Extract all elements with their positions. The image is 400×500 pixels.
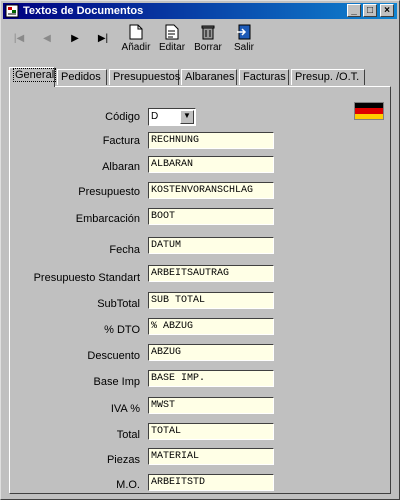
next-record-button[interactable]: ▶ bbox=[65, 31, 85, 47]
exit-button[interactable]: Salir bbox=[227, 21, 261, 57]
embarcacion-field[interactable]: BOOT bbox=[148, 208, 274, 225]
tab-albaranes[interactable]: Albaranes bbox=[181, 69, 237, 85]
subtotal-label: SubTotal bbox=[97, 298, 140, 310]
general-panel: Código D ▼ Factura RECHNUNG Albaran ALBA… bbox=[9, 86, 391, 494]
tab-general[interactable]: General bbox=[9, 67, 57, 87]
delete-button[interactable]: Borrar bbox=[191, 21, 225, 57]
exit-icon bbox=[237, 24, 251, 40]
albaran-label: Albaran bbox=[102, 161, 140, 173]
subtotal-field[interactable]: SUB TOTAL bbox=[148, 292, 274, 309]
fecha-field[interactable]: DATUM bbox=[148, 237, 274, 254]
edit-label: Editar bbox=[158, 42, 186, 53]
presupuesto-standart-label: Presupuesto Standart bbox=[33, 272, 140, 284]
toolbar: |◀ ◀ ▶ ▶| Añadir Editar Borrar Salir bbox=[5, 21, 395, 59]
title-bar[interactable]: Textos de Documentos _ □ × bbox=[3, 3, 397, 19]
base-imp-field[interactable]: BASE IMP. bbox=[148, 370, 274, 387]
add-label: Añadir bbox=[121, 42, 151, 53]
total-field[interactable]: TOTAL bbox=[148, 423, 274, 440]
trash-icon bbox=[201, 25, 215, 40]
piezas-field[interactable]: MATERIAL bbox=[148, 448, 274, 465]
presupuesto-field[interactable]: KOSTENVORANSCHLAG bbox=[148, 182, 274, 199]
factura-field[interactable]: RECHNUNG bbox=[148, 132, 274, 149]
piezas-label: Piezas bbox=[106, 454, 140, 466]
maximize-button[interactable]: □ bbox=[363, 4, 377, 17]
add-button[interactable]: Añadir bbox=[119, 21, 153, 57]
embarcacion-label: Embarcación bbox=[75, 213, 140, 225]
iva-field[interactable]: MWST bbox=[148, 397, 274, 414]
app-window: Textos de Documentos _ □ × |◀ ◀ ▶ ▶| Aña… bbox=[0, 0, 400, 500]
dto-label: % DTO bbox=[104, 324, 140, 336]
close-button[interactable]: × bbox=[380, 4, 394, 17]
codigo-value: D bbox=[151, 111, 159, 122]
tab-presupuestos[interactable]: Presupuestos bbox=[109, 69, 180, 85]
first-record-button[interactable]: |◀ bbox=[9, 31, 29, 47]
tab-pedidos[interactable]: Pedidos bbox=[57, 69, 107, 85]
presupuesto-standart-field[interactable]: ARBEITSAUTRAG bbox=[148, 265, 274, 282]
descuento-field[interactable]: ABZUG bbox=[148, 344, 274, 361]
window-title: Textos de Documentos bbox=[23, 5, 144, 17]
tab-strip: General Pedidos Presupuestos Albaranes F… bbox=[9, 67, 389, 87]
edit-button[interactable]: Editar bbox=[155, 21, 189, 57]
edit-document-icon bbox=[165, 24, 179, 40]
add-document-icon bbox=[129, 24, 143, 40]
codigo-label: Código bbox=[105, 111, 140, 123]
fecha-label: Fecha bbox=[109, 244, 140, 256]
albaran-field[interactable]: ALBARAN bbox=[148, 156, 274, 173]
mano-obra-label: M.O. bbox=[116, 479, 140, 491]
iva-label: IVA % bbox=[110, 403, 140, 415]
tab-facturas[interactable]: Facturas bbox=[239, 69, 289, 85]
app-icon bbox=[5, 4, 19, 18]
german-flag-icon bbox=[354, 102, 384, 120]
descuento-label: Descuento bbox=[87, 350, 140, 362]
minimize-button[interactable]: _ bbox=[347, 4, 361, 17]
base-imp-label: Base Imp bbox=[93, 376, 140, 388]
factura-label: Factura bbox=[102, 135, 140, 147]
exit-label: Salir bbox=[233, 42, 254, 53]
delete-label: Borrar bbox=[194, 42, 222, 53]
total-label: Total bbox=[116, 429, 140, 441]
dto-field[interactable]: % ABZUG bbox=[148, 318, 274, 335]
prev-record-button[interactable]: ◀ bbox=[37, 31, 57, 47]
mano-obra-field[interactable]: ARBEITSTD bbox=[148, 474, 274, 491]
tab-presup-ot[interactable]: Presup. /O.T. bbox=[291, 69, 365, 85]
presupuesto-label: Presupuesto bbox=[78, 186, 140, 198]
chevron-down-icon[interactable]: ▼ bbox=[180, 110, 194, 124]
last-record-button[interactable]: ▶| bbox=[93, 31, 113, 47]
codigo-select[interactable]: D ▼ bbox=[148, 108, 196, 126]
